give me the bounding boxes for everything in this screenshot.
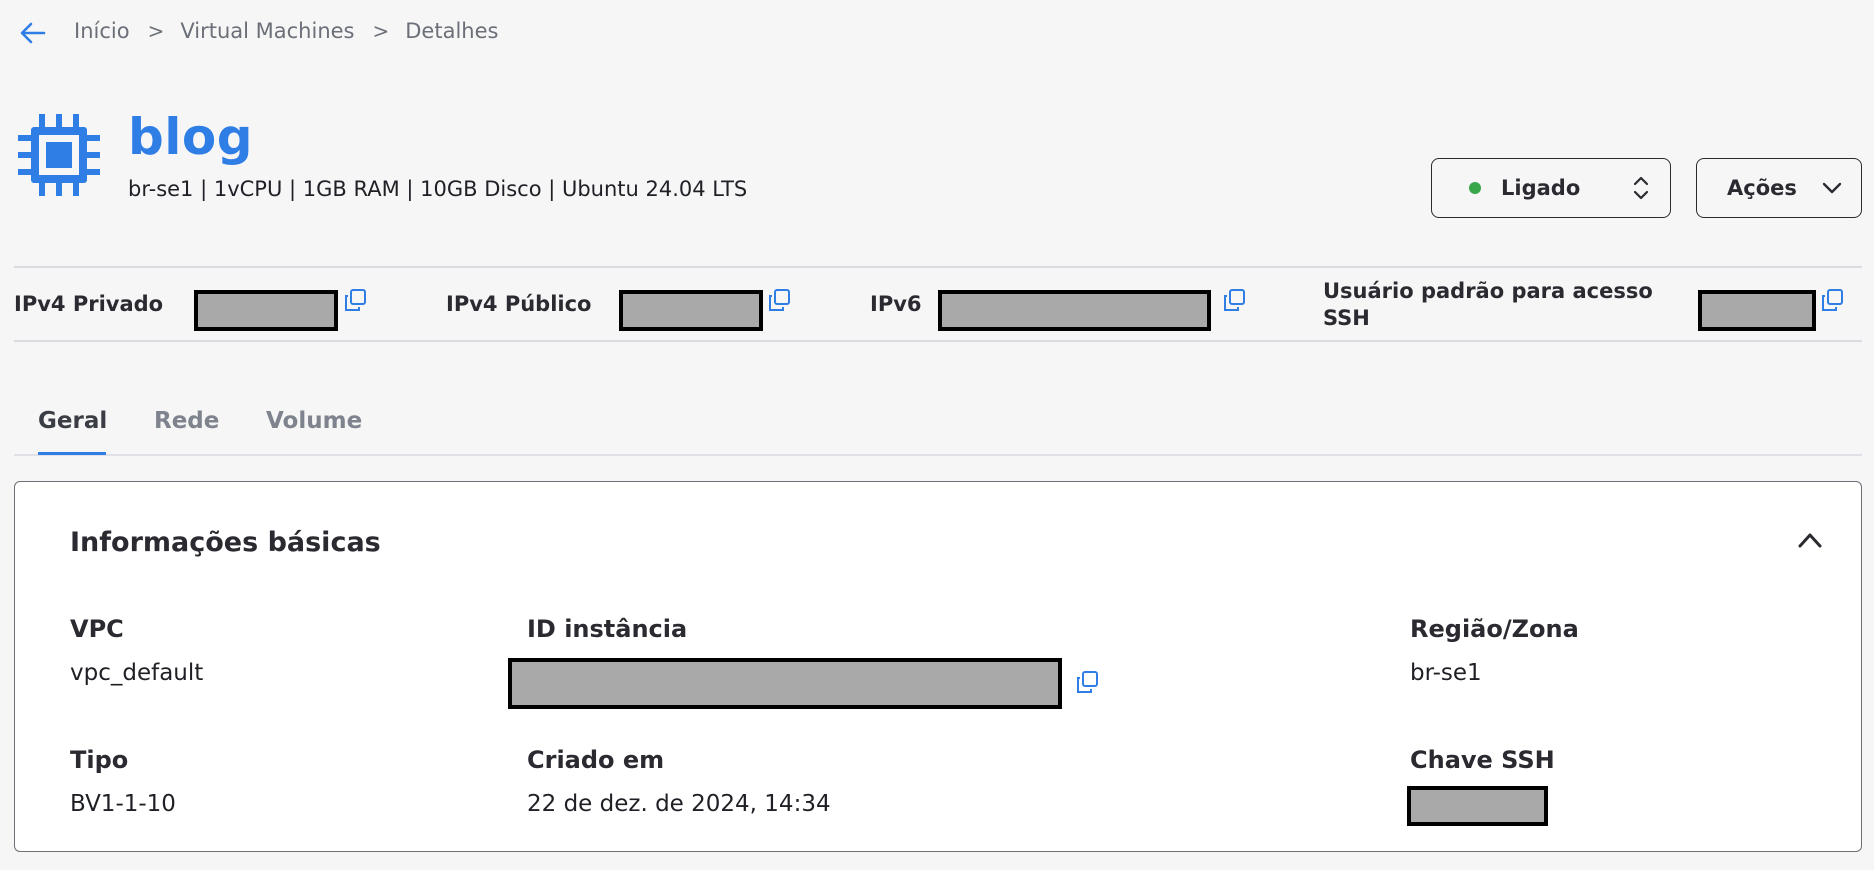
copy-icon[interactable] — [1075, 670, 1099, 694]
copy-icon[interactable] — [1222, 288, 1246, 312]
status-dot — [1469, 182, 1481, 194]
ssh-user-label-line2: SSH — [1323, 306, 1370, 330]
back-arrow-icon[interactable] — [18, 18, 48, 48]
type-value: BV1-1-10 — [70, 791, 176, 817]
vm-specs: br-se1 | 1vCPU | 1GB RAM | 10GB Disco | … — [128, 177, 748, 201]
instance-id-label: ID instância — [527, 615, 688, 643]
instance-id-value-redacted — [508, 658, 1062, 709]
ipv4-public-value-redacted — [619, 290, 763, 331]
created-value: 22 de dez. de 2024, 14:34 — [527, 791, 831, 817]
chevron-down-icon — [1822, 182, 1842, 194]
tab-rede[interactable]: Rede — [154, 408, 219, 434]
actions-button[interactable]: Ações — [1696, 158, 1862, 218]
copy-icon[interactable] — [767, 288, 791, 312]
divider — [14, 266, 1862, 268]
vpc-label: VPC — [70, 615, 124, 643]
ipv6-value-redacted — [938, 290, 1211, 331]
copy-icon[interactable] — [1820, 288, 1844, 312]
type-label: Tipo — [70, 746, 129, 774]
breadcrumb-virtual-machines[interactable]: Virtual Machines — [180, 19, 354, 43]
sort-caret-icon — [1633, 176, 1649, 200]
status-select[interactable]: Ligado — [1431, 158, 1671, 218]
chip-icon — [18, 114, 100, 196]
tabs-divider — [14, 454, 1862, 456]
breadcrumb-separator: > — [147, 19, 165, 43]
page-title: blog — [128, 108, 254, 166]
breadcrumb-inicio[interactable]: Início — [74, 19, 130, 43]
ipv4-private-value-redacted — [194, 290, 338, 331]
ipv6-label: IPv6 — [870, 292, 922, 316]
actions-label: Ações — [1727, 176, 1797, 200]
breadcrumb-detalhes: Detalhes — [405, 19, 499, 43]
region-label: Região/Zona — [1410, 615, 1579, 643]
divider — [14, 340, 1862, 342]
region-value: br-se1 — [1410, 660, 1482, 686]
breadcrumb: Início > Virtual Machines > Detalhes — [74, 19, 498, 43]
ipv4-private-label: IPv4 Privado — [14, 292, 164, 316]
created-label: Criado em — [527, 746, 665, 774]
ipv4-public-label: IPv4 Público — [446, 292, 592, 316]
active-tab-indicator — [38, 452, 106, 455]
basic-info-title: Informações básicas — [70, 527, 381, 558]
ssh-key-label: Chave SSH — [1410, 746, 1555, 774]
ssh-user-label: Usuário padrão para acesso SSH — [1323, 278, 1653, 332]
ssh-user-label-line1: Usuário padrão para acesso — [1323, 279, 1653, 303]
ssh-key-value-redacted — [1407, 786, 1548, 826]
tab-geral[interactable]: Geral — [38, 408, 107, 434]
status-label: Ligado — [1501, 176, 1581, 200]
chevron-up-icon[interactable] — [1796, 530, 1824, 550]
tab-volume[interactable]: Volume — [266, 408, 362, 434]
breadcrumb-separator: > — [372, 19, 390, 43]
vpc-value: vpc_default — [70, 660, 204, 686]
ssh-user-value-redacted — [1698, 290, 1816, 331]
copy-icon[interactable] — [343, 288, 367, 312]
